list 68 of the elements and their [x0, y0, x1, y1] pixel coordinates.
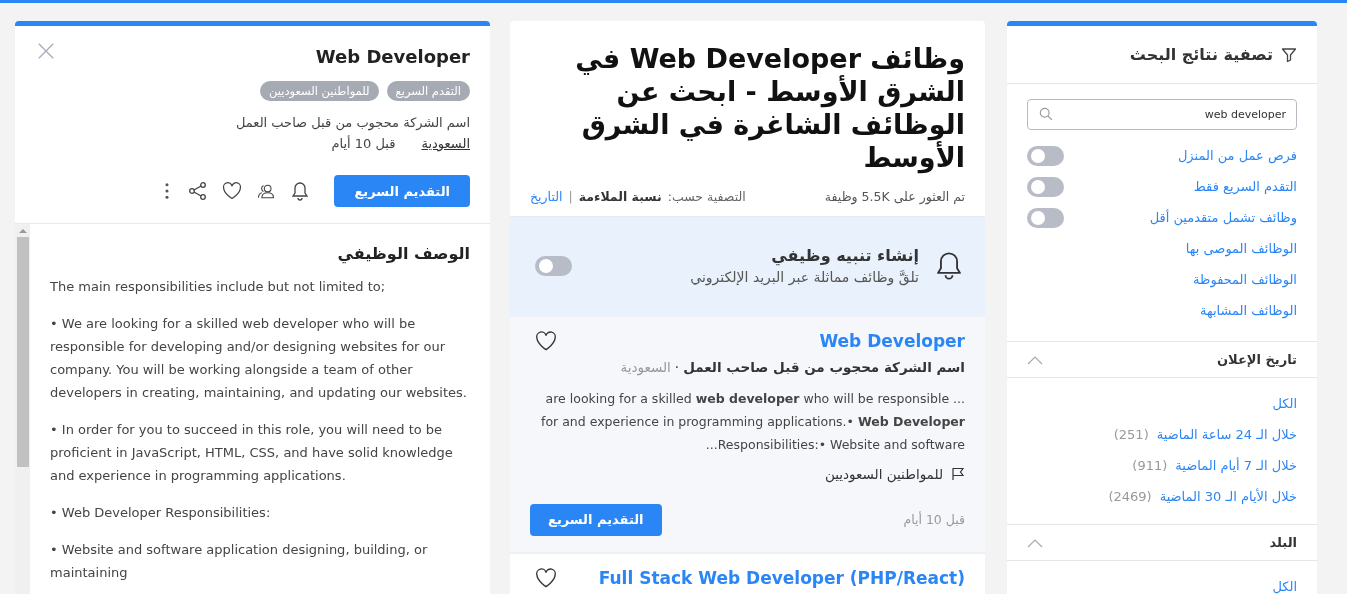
filter-option[interactable]: خلال الـ 24 ساعة الماضية: [1156, 427, 1297, 442]
alert-title: إنشاء تنبيه وظيفي: [770, 246, 919, 266]
description-paragraph: • In order for you to succeed in this role, you will need to be proficient in JavaScript, HTML, CSS, and have solid knowledge and experience in programming applications.: [50, 421, 454, 485]
toggle-switch[interactable]: [1027, 145, 1064, 166]
job-title-link[interactable]: Web Developer: [819, 330, 965, 351]
job-snippet: ... are looking for a skilled web developer who will be responsible for and experience in programming applications.• Web Developer Responsibilities:• Website and software...: [540, 389, 965, 454]
description-paragraph: • Web Developer Responsibilities:: [50, 504, 272, 522]
search-field[interactable]: web developer: [1027, 99, 1297, 130]
filter-link[interactable]: التقدم السريع فقط: [1193, 179, 1297, 194]
country-link[interactable]: السعودية: [421, 136, 470, 151]
posted-date: قبل 10 أيام: [903, 512, 965, 528]
description-paragraph: The main responsibilities include but not limited to;: [50, 278, 387, 296]
share-icon[interactable]: [188, 181, 209, 201]
filter-link[interactable]: الوظائف الموصى بها: [1185, 241, 1297, 256]
section-title: تاريخ الإعلان: [1217, 352, 1297, 367]
description-heading: الوصف الوظيفي: [336, 244, 470, 263]
job-title: Web Developer: [315, 46, 470, 67]
tag-badge: التقدم السريع: [386, 81, 470, 101]
posted-date: قبل 10 أيام: [331, 136, 396, 151]
result-count: تم العثور على 5.5K وظيفة: [824, 188, 965, 204]
chevron-icon[interactable]: [1027, 354, 1043, 365]
chevron-icon[interactable]: [1027, 537, 1043, 548]
bell-icon: [935, 250, 963, 281]
company-name: اسم الشركة محجوب من قبل صاحب العمل: [683, 358, 965, 375]
separator: ·: [674, 358, 680, 375]
filter-option[interactable]: الكل: [1272, 396, 1297, 411]
filter-icon: [1281, 46, 1297, 63]
toggle-switch[interactable]: [535, 255, 572, 276]
filter-option[interactable]: خلال الـ 7 أيام الماضية: [1175, 458, 1297, 473]
search-icon: [1039, 107, 1053, 121]
bell-icon[interactable]: [290, 181, 311, 201]
option-count: (2469): [1108, 489, 1152, 504]
more-options-icon[interactable]: [164, 182, 171, 200]
filter-link[interactable]: وظائف تشمل متقدمين أقل: [1149, 210, 1297, 225]
quick-apply-button[interactable]: التقديم السريع: [334, 175, 470, 207]
filter-title: تصفية نتائج البحث: [1129, 45, 1273, 64]
toggle-switch[interactable]: [1027, 207, 1064, 228]
alert-subtitle: تلقَّ وظائف مماثلة عبر البريد الإلكتروني: [689, 269, 919, 286]
job-tag: للمواطنين السعوديين: [824, 465, 943, 482]
filter-option[interactable]: الكل: [1272, 579, 1297, 594]
heart-icon[interactable]: [535, 567, 557, 588]
filter-link[interactable]: الوظائف المحفوظة: [1193, 272, 1297, 287]
option-count: (251): [1113, 427, 1149, 442]
sort-option[interactable]: التاريخ: [530, 188, 563, 204]
heart-icon[interactable]: [222, 181, 243, 201]
page-heading: وظائف Web Developer في الشرق الأوسط - ابحث عن الوظائف الشاغرة في الشرق الأوسط: [574, 43, 965, 175]
separator: |: [568, 188, 573, 204]
option-count: (911): [1132, 458, 1168, 473]
toggle-switch[interactable]: [1027, 176, 1064, 197]
close-icon[interactable]: [37, 42, 55, 60]
description-paragraph: • We are looking for a skilled web developer who will be responsible for developing and/or designing websites for our company. You will be working alongside a team of other developers in creating, maintaining, and updating our websites.: [50, 315, 468, 402]
scrollbar[interactable]: [15, 224, 30, 594]
filter-option[interactable]: خلال الأيام الـ 30 الماضية: [1159, 489, 1297, 504]
sort-option[interactable]: نسبة الملاءمة: [578, 188, 662, 204]
job-title-link[interactable]: Full Stack Web Developer (PHP/React): [598, 567, 965, 588]
company-name: اسم الشركة محجوب من قبل صاحب العمل: [235, 115, 470, 130]
quick-apply-button[interactable]: التقديم السريع: [530, 503, 662, 536]
filter-link[interactable]: الوظائف المشابهة: [1199, 303, 1297, 318]
section-title: البلد: [1269, 535, 1297, 550]
heart-icon[interactable]: [535, 330, 557, 351]
flag-icon: [951, 466, 965, 481]
tag-badge: للمواطنين السعوديين: [259, 81, 379, 101]
job-location: السعودية: [620, 358, 671, 375]
job-card[interactable]: [510, 314, 985, 552]
scroll-up-arrow-icon[interactable]: [18, 228, 27, 233]
filter-link[interactable]: فرص عمل من المنزل: [1177, 148, 1297, 163]
description-paragraph: • Website and software application designing, building, or maintaining: [50, 541, 429, 582]
sort-label: التصفية حسب:: [667, 188, 746, 204]
